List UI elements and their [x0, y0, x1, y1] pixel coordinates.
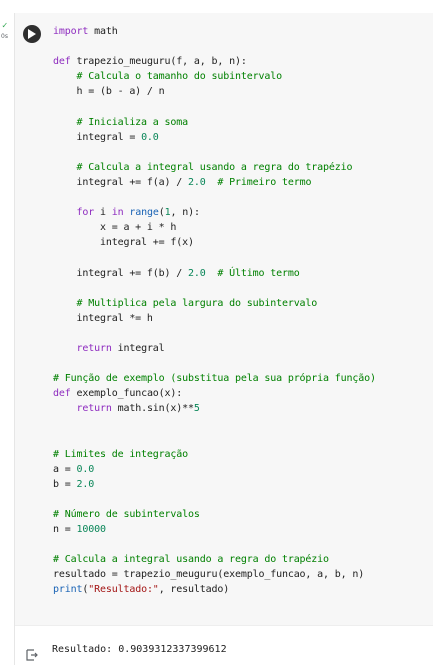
code-token: b =	[53, 478, 77, 490]
code-token: # Limites de integração	[53, 448, 189, 460]
code-token: return	[76, 403, 112, 415]
code-token: integral *= h	[53, 312, 153, 324]
code-token: # Calcula o tamanho do subintervalo	[53, 71, 282, 83]
code-token: # Primeiro termo	[217, 176, 312, 188]
code-line: # Número de subintervalos	[53, 507, 428, 522]
code-line: def exemplo_funcao(x):	[53, 386, 428, 401]
code-line: # Inicializa a soma	[53, 115, 428, 130]
code-token: for	[76, 207, 95, 219]
code-token: # Calcula a integral usando a regra do t…	[53, 554, 329, 566]
code-line: def trapezio_meuguru(f, a, b, n):	[53, 54, 428, 69]
code-line: # Calcula a integral usando a regra do t…	[53, 160, 428, 175]
code-token: 0.0	[141, 131, 159, 143]
code-token: # Multiplica pela largura do subinterval…	[53, 297, 318, 309]
code-line: integral += f(a) / 2.0 # Primeiro termo	[53, 175, 428, 190]
cell-output: Resultado: 0.9039312337399612	[15, 625, 433, 665]
code-editor[interactable]: import math def trapezio_meuguru(f, a, b,…	[53, 24, 428, 598]
code-line: for i in range(1, n):	[53, 205, 428, 220]
code-token: integral += f(b) /	[53, 267, 189, 279]
code-token: return	[76, 342, 112, 354]
code-token: print	[53, 584, 83, 596]
code-line: # Função de exemplo (substitua pela sua …	[53, 371, 428, 386]
code-token: integral =	[53, 131, 142, 143]
code-token: a =	[53, 463, 77, 475]
code-token: "Resultado:"	[88, 584, 159, 596]
output-redirect-icon[interactable]	[26, 646, 38, 661]
code-token: math.sin(x)**	[111, 403, 194, 415]
code-line: return math.sin(x)**5	[53, 401, 428, 416]
code-token: in	[111, 207, 124, 219]
code-token: 0.0	[76, 463, 95, 475]
code-token: # Último termo	[217, 267, 300, 279]
cell-status-gutter: ✓ 0s	[0, 0, 14, 669]
code-line: b = 2.0	[53, 477, 428, 492]
code-token: , resultado)	[158, 584, 230, 596]
play-icon	[28, 29, 36, 39]
code-token: integral	[111, 342, 165, 354]
code-token: integral += f(a) /	[53, 176, 189, 188]
code-line: # Calcula o tamanho do subintervalo	[53, 69, 428, 84]
output-text: Resultado: 0.9039312337399612	[52, 644, 227, 655]
code-line: integral = 0.0	[53, 130, 428, 145]
code-token: integral += f(x)	[53, 237, 194, 249]
code-token: 2.0	[188, 176, 206, 188]
code-token: math	[88, 26, 118, 37]
code-line: # Limites de integração	[53, 447, 428, 462]
code-token: x = a + i * h	[53, 222, 177, 234]
code-token: import	[53, 26, 89, 37]
code-token: resultado = trapezio_meuguru(exemplo_fun…	[53, 569, 365, 581]
code-token: trapezio_meuguru(f, a, b, n):	[70, 56, 247, 68]
code-token: # Calcula a integral usando a regra do t…	[53, 161, 353, 173]
code-line: integral += f(x)	[53, 235, 428, 250]
code-line: a = 0.0	[53, 462, 428, 477]
code-line: integral *= h	[53, 311, 428, 326]
code-line: x = a + i * h	[53, 220, 428, 235]
code-line: return integral	[53, 341, 428, 356]
code-line: h = (b - a) / n	[53, 84, 428, 99]
code-line: n = 10000	[53, 522, 428, 537]
code-token: h = (b - a) / n	[53, 86, 165, 98]
code-line: import math	[53, 24, 428, 39]
run-cell-button[interactable]	[23, 25, 41, 43]
execution-time: 0s	[1, 33, 8, 40]
code-cell[interactable]: import math def trapezio_meuguru(f, a, b,…	[14, 13, 433, 665]
code-token: # Número de subintervalos	[53, 509, 200, 520]
code-line: print("Resultado:", resultado)	[53, 582, 428, 597]
code-token: exemplo_funcao(x):	[70, 388, 183, 400]
code-token: range	[129, 207, 159, 219]
code-token: i	[94, 207, 112, 219]
code-token: def	[53, 56, 71, 68]
code-token: 5	[193, 403, 200, 415]
code-token: # Função de exemplo (substitua pela sua …	[53, 373, 376, 385]
code-line: integral += f(b) / 2.0 # Último termo	[53, 266, 428, 281]
code-line: # Calcula a integral usando a regra do t…	[53, 552, 428, 567]
code-token: 2.0	[188, 267, 206, 279]
code-token: 10000	[76, 524, 106, 536]
code-token: 2.0	[76, 478, 95, 490]
code-line: # Multiplica pela largura do subinterval…	[53, 296, 428, 311]
code-token: , n):	[170, 207, 200, 219]
code-line: resultado = trapezio_meuguru(exemplo_fun…	[53, 567, 428, 582]
code-token: def	[53, 388, 71, 400]
code-token: n =	[53, 524, 77, 536]
check-icon: ✓	[2, 21, 8, 31]
code-token: # Inicializa a soma	[53, 116, 189, 128]
